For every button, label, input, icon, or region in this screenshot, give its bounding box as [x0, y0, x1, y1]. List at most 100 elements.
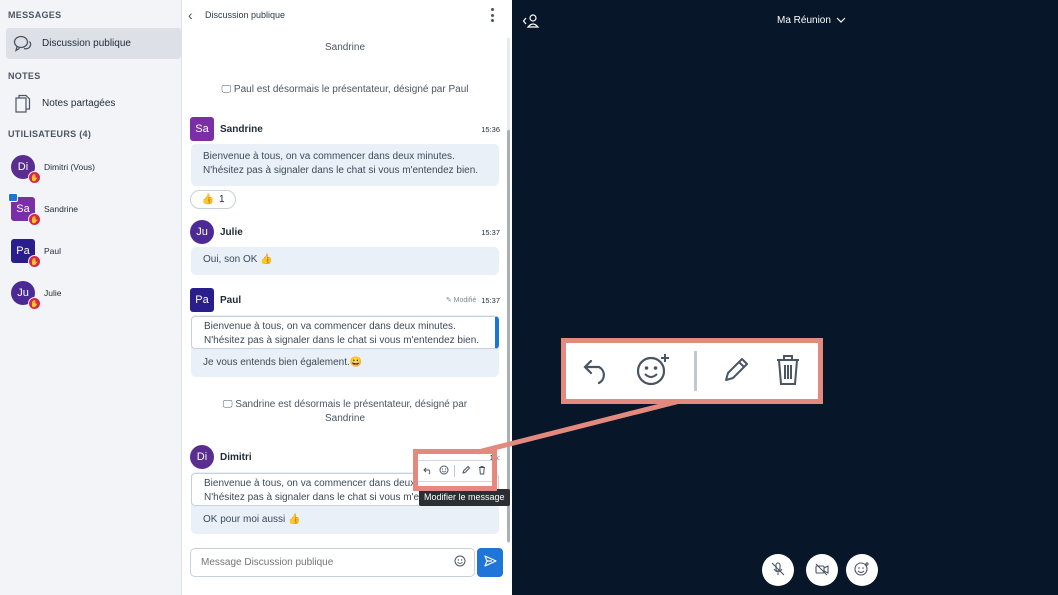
system-message-text: Sandrine est désormais le présentateur, …: [235, 399, 468, 410]
sidebar-item-shared-notes[interactable]: Notes partagées: [6, 88, 181, 119]
system-message-text: Sandrine: [324, 413, 366, 424]
delete-trash-icon: [774, 354, 802, 389]
system-message-partial: Sandrine: [324, 42, 366, 53]
message-sender: Sandrine: [220, 123, 263, 135]
emoji-add-icon: [853, 560, 871, 581]
back-chevron-icon[interactable]: ‹: [188, 8, 200, 22]
avatar: Di: [190, 445, 214, 469]
scrollbar-thumb[interactable]: [507, 130, 510, 542]
message-header: Pa Paul ✎ Modifié 15:37: [190, 288, 500, 312]
notes-icon: [12, 93, 34, 115]
user-name: Paul: [44, 246, 62, 256]
message-bubble[interactable]: Oui, son OK 👍: [191, 247, 499, 275]
tooltip: Modifier le message: [419, 489, 510, 506]
mute-microphone-button[interactable]: [762, 554, 794, 586]
avatar-initials: Sa: [16, 203, 30, 215]
avatar: Pa: [190, 288, 214, 312]
user-name: Dimitri (Vous): [44, 162, 96, 172]
add-reaction-icon: [635, 353, 671, 390]
presentation-icon: 🖵: [221, 84, 232, 95]
chat-title: Discussion publique: [205, 10, 286, 20]
message-input[interactable]: [201, 557, 454, 568]
main-presentation-area: Ma Réunion: [512, 0, 1058, 595]
sidebar-item-label: Notes partagées: [42, 98, 116, 109]
annotation-highlight-box: [413, 449, 497, 491]
message-time: 15:36: [481, 124, 500, 134]
chat-scrollbar[interactable]: [507, 38, 510, 543]
edited-text: Modifié: [453, 297, 477, 304]
message-header: Ju Julie 15:37: [190, 220, 500, 244]
user-item-julie[interactable]: Ju ✋ Julie: [11, 278, 62, 310]
message-time: 15:37: [481, 295, 500, 305]
user-item-sandrine[interactable]: Sa ✋ Sandrine: [8, 193, 79, 226]
chevron-down-icon: [836, 15, 846, 26]
thumbs-up-icon: 👍: [201, 194, 214, 205]
system-message: 🖵 Paul est désormais le présentateur, dé…: [190, 83, 500, 97]
zoomed-toolbar: [570, 347, 814, 395]
sidebar-item-public-chat[interactable]: Discussion publique: [6, 28, 181, 59]
message-composer: [190, 548, 475, 577]
message-text: Bienvenue à tous, on va commencer dans d…: [203, 151, 455, 162]
edit-pencil-icon: [721, 355, 751, 388]
avatar: Sa: [190, 117, 214, 141]
reactions-button[interactable]: [846, 554, 878, 586]
meeting-title-text: Ma Réunion: [777, 15, 831, 26]
avatar-initials: Sa: [195, 123, 209, 135]
message-header: Sa Sandrine 15:36: [190, 117, 500, 141]
message-time: 15:37: [481, 227, 500, 237]
emoji-icon[interactable]: [454, 555, 466, 570]
system-message-text: Paul est désormais le présentateur, dési…: [233, 84, 469, 95]
quoted-message[interactable]: Bienvenue à tous, on va commencer dans d…: [191, 316, 499, 349]
quote-text: Bienvenue à tous, on va commencer dans d…: [204, 321, 456, 332]
message-text: Oui, son OK 👍: [203, 254, 273, 265]
reaction-chip[interactable]: 👍 1: [190, 190, 236, 209]
video-off-icon: [814, 561, 830, 580]
sidebar: MESSAGES Discussion publique NOTES Notes…: [0, 0, 182, 595]
avatar-initials: Pa: [195, 294, 209, 306]
reply-icon: [582, 355, 612, 388]
avatar-initials: Ju: [196, 226, 208, 238]
user-item-paul[interactable]: Pa ✋ Paul: [11, 236, 62, 268]
avatar-initials: Pa: [16, 245, 30, 257]
avatar-initials: Ju: [17, 287, 29, 299]
send-icon: [483, 555, 497, 570]
message-sender: Paul: [220, 294, 242, 306]
user-list-toggle-icon[interactable]: [522, 12, 540, 30]
raised-hand-icon: ✋: [28, 171, 41, 184]
raised-hand-icon: ✋: [28, 213, 41, 226]
avatar: Pa ✋: [11, 239, 41, 268]
avatar: Ju: [190, 220, 214, 244]
edited-label: ✎ Modifié: [446, 296, 476, 304]
avatar: Ju ✋: [11, 281, 41, 310]
zoomed-actions-callout: [561, 338, 823, 404]
toolbar-divider: [694, 351, 698, 391]
presentation-icon: 🖵: [222, 399, 233, 410]
message-text: OK pour moi aussi 👍: [203, 514, 301, 525]
reaction-count: 1: [218, 194, 225, 205]
send-button[interactable]: [477, 548, 503, 577]
avatar-initials: Di: [196, 451, 208, 463]
raised-hand-icon: ✋: [28, 255, 41, 268]
quote-text: N'hésitez pas à signaler dans le chat si…: [204, 335, 480, 346]
message-bubble[interactable]: Bienvenue à tous, on va commencer dans d…: [191, 144, 499, 186]
raised-hand-icon: ✋: [28, 297, 41, 310]
user-name: Sandrine: [44, 204, 79, 214]
message-text: N'hésitez pas à signaler dans le chat si…: [203, 165, 479, 176]
avatar: Sa ✋: [8, 193, 41, 226]
chat-bubbles-icon: [12, 33, 34, 55]
user-item-dimitri[interactable]: Di ✋ Dimitri (Vous): [11, 152, 96, 184]
message-text: Je vous entends bien également.😀: [203, 357, 363, 368]
meeting-title[interactable]: Ma Réunion: [777, 15, 846, 26]
system-message: 🖵 Sandrine est désormais le présentateur…: [190, 398, 500, 426]
pencil-icon: ✎: [445, 297, 452, 304]
microphone-off-icon: [770, 561, 786, 580]
camera-button[interactable]: [806, 554, 838, 586]
presenter-icon: [8, 193, 18, 202]
avatar-initials: Di: [17, 161, 29, 173]
chat-panel: ‹ Discussion publique Sandrine 🖵 Paul es…: [182, 0, 512, 595]
user-name: Julie: [44, 288, 62, 298]
chat-header: ‹ Discussion publique: [182, 0, 512, 32]
more-options-icon[interactable]: [488, 8, 496, 22]
message-sender: Julie: [220, 226, 243, 238]
users-section-title: UTILISATEURS (4): [8, 129, 92, 139]
